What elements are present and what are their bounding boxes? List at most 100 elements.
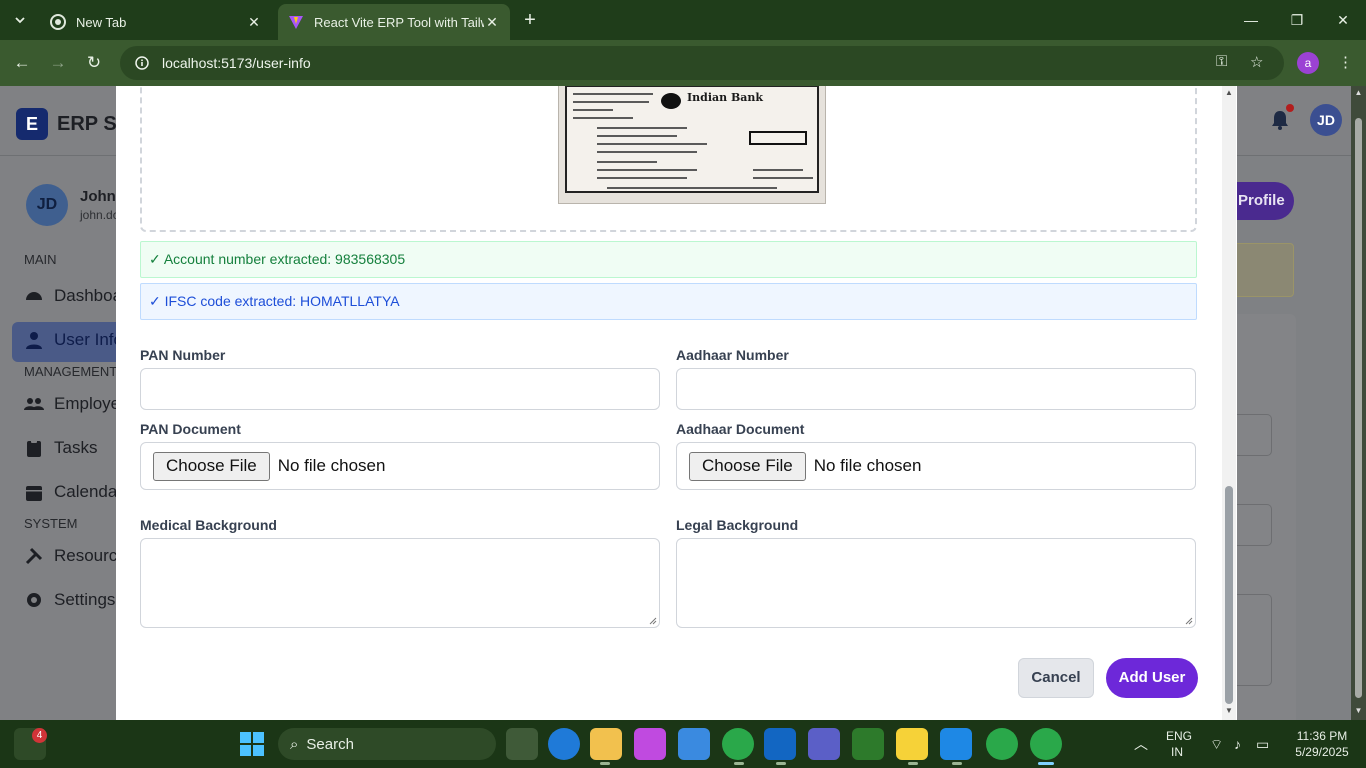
tray-chevron-icon[interactable]: ︿	[1134, 734, 1148, 754]
gear-icon	[27, 593, 41, 607]
scroll-down-arrow-icon[interactable]: ▼	[1224, 706, 1234, 715]
sidebar-item-user-info[interactable]: User Info	[24, 328, 123, 352]
user-icon	[26, 332, 42, 349]
chrome-icon	[50, 14, 66, 30]
file-explorer-icon[interactable]	[590, 728, 622, 760]
browser-profile-avatar[interactable]: a	[1297, 52, 1319, 74]
page-scrollbar[interactable]: ▲ ▼	[1351, 86, 1366, 720]
url-text: localhost:5173/user-info	[162, 55, 311, 71]
task-view-icon[interactable]	[506, 728, 538, 760]
scroll-down-arrow-icon[interactable]: ▼	[1354, 706, 1363, 715]
copilot-icon[interactable]	[634, 728, 666, 760]
chrome-icon[interactable]	[722, 728, 754, 760]
tab-title: New Tab	[76, 14, 127, 30]
medical-background-textarea[interactable]	[140, 538, 660, 628]
app-icon[interactable]	[852, 728, 884, 760]
legal-background-textarea[interactable]	[676, 538, 1196, 628]
address-bar[interactable]: localhost:5173/user-info	[120, 46, 1284, 80]
sidebar-item-resources[interactable]: Resource	[24, 544, 127, 568]
volume-icon[interactable]: ♪	[1234, 736, 1241, 752]
sidebar-section-management: MANAGEMENT	[24, 364, 118, 379]
new-tab-plus-icon[interactable]: +	[518, 9, 542, 33]
pan-number-input[interactable]	[140, 368, 660, 410]
scroll-up-arrow-icon[interactable]: ▲	[1224, 88, 1234, 97]
outlook-icon[interactable]	[764, 728, 796, 760]
modal-scrollbar[interactable]: ▲ ▼	[1222, 86, 1236, 720]
clipboard-icon	[27, 439, 41, 457]
sidebar-item-label: Tasks	[54, 438, 98, 457]
wifi-icon[interactable]: ⌔	[1210, 736, 1223, 754]
close-tab-icon[interactable]: ✕	[484, 14, 500, 31]
forward-arrow-icon[interactable]: →	[46, 51, 70, 75]
tab-erp-tool[interactable]: React Vite ERP Tool with Tailwind ✕	[278, 4, 510, 40]
sidebar-item-dashboard[interactable]: Dashboa	[24, 284, 122, 308]
medical-background-label: Medical Background	[140, 517, 277, 533]
aadhaar-choose-file-button[interactable]: Choose File	[689, 451, 806, 481]
m365-icon[interactable]	[678, 728, 710, 760]
bank-name-text: Indian Bank	[687, 91, 764, 104]
sidebar-section-system: SYSTEM	[24, 516, 78, 531]
browser-menu-icon[interactable]: ⋮	[1338, 53, 1353, 71]
windows-start-icon[interactable]	[236, 728, 268, 760]
background-field	[1236, 504, 1272, 546]
users-icon	[24, 398, 44, 410]
app-logo: E	[16, 108, 48, 140]
restore-icon[interactable]: ❐	[1282, 8, 1312, 32]
aadhaar-file-status: No file chosen	[813, 456, 922, 475]
pan-choose-file-button[interactable]: Choose File	[153, 451, 270, 481]
pan-number-label: PAN Number	[140, 347, 226, 363]
passbook-preview-image: Indian Bank	[558, 86, 826, 204]
resize-grip-icon[interactable]	[649, 617, 657, 625]
language-indicator[interactable]: ENG	[1166, 729, 1192, 743]
sidebar-item-label: Dashboa	[54, 286, 123, 305]
tools-icon	[25, 547, 43, 565]
bookmark-star-icon[interactable]: ☆	[1250, 53, 1263, 71]
taskbar-search[interactable]: ⌕ Search	[278, 728, 496, 760]
running-indicator	[734, 762, 744, 765]
sidebar-item-settings[interactable]: Settings	[24, 588, 115, 612]
running-indicator	[952, 762, 962, 765]
close-window-icon[interactable]: ✕	[1328, 8, 1358, 32]
sidebar-user-avatar: JD	[26, 184, 68, 226]
sidebar-item-label: Calendar	[54, 482, 123, 501]
battery-icon[interactable]: ▭	[1256, 736, 1269, 753]
page-scroll-thumb[interactable]	[1355, 118, 1362, 698]
pan-document-upload: Choose File No file chosen	[140, 442, 660, 490]
search-icon: ⌕	[290, 735, 299, 753]
back-arrow-icon[interactable]: ←	[10, 51, 34, 75]
pan-file-status: No file chosen	[277, 456, 386, 475]
bank-logo-icon	[661, 93, 681, 109]
vscode-icon[interactable]	[940, 728, 972, 760]
sidebar-item-label: Settings	[54, 590, 116, 609]
scroll-up-arrow-icon[interactable]: ▲	[1354, 88, 1363, 97]
reload-icon[interactable]: ↻	[82, 51, 106, 75]
cif-box	[749, 131, 807, 145]
sidebar-item-label: User Info	[54, 330, 123, 349]
clock-time[interactable]: 11:36 PM	[1292, 729, 1352, 743]
minimize-icon[interactable]: —	[1236, 8, 1266, 32]
notification-dot	[1286, 104, 1294, 112]
document-dropzone[interactable]: Indian Bank	[140, 86, 1197, 232]
active-app-indicator	[1038, 762, 1054, 765]
teams-icon[interactable]	[808, 728, 840, 760]
sticky-notes-icon[interactable]	[896, 728, 928, 760]
sidebar-item-calendar[interactable]: Calendar	[24, 480, 123, 504]
chrome-profile-icon[interactable]	[986, 728, 1018, 760]
sidebar-item-employees[interactable]: Employe	[24, 392, 120, 416]
close-tab-icon[interactable]: ✕	[246, 14, 262, 31]
chrome-active-icon[interactable]	[1030, 728, 1062, 760]
tab-search-chevron-icon[interactable]	[8, 8, 32, 32]
tab-new-tab[interactable]: New Tab ✕	[40, 4, 272, 40]
modal-scroll-thumb[interactable]	[1225, 486, 1233, 704]
add-user-button[interactable]: Add User	[1106, 658, 1198, 698]
password-key-icon[interactable]: ⚿	[1216, 53, 1227, 70]
header-avatar[interactable]: JD	[1310, 104, 1342, 136]
account-extracted-alert: ✓ Account number extracted: 983568305	[140, 241, 1197, 278]
cancel-button[interactable]: Cancel	[1018, 658, 1094, 698]
sidebar-item-tasks[interactable]: Tasks	[24, 436, 97, 460]
site-info-icon[interactable]	[134, 55, 150, 71]
resize-grip-icon[interactable]	[1185, 617, 1193, 625]
aadhaar-number-input[interactable]	[676, 368, 1196, 410]
edge-icon[interactable]	[548, 728, 580, 760]
browser-toolbar: ← → ↻ localhost:5173/user-info ⚿ ☆ ⋮	[0, 40, 1366, 86]
